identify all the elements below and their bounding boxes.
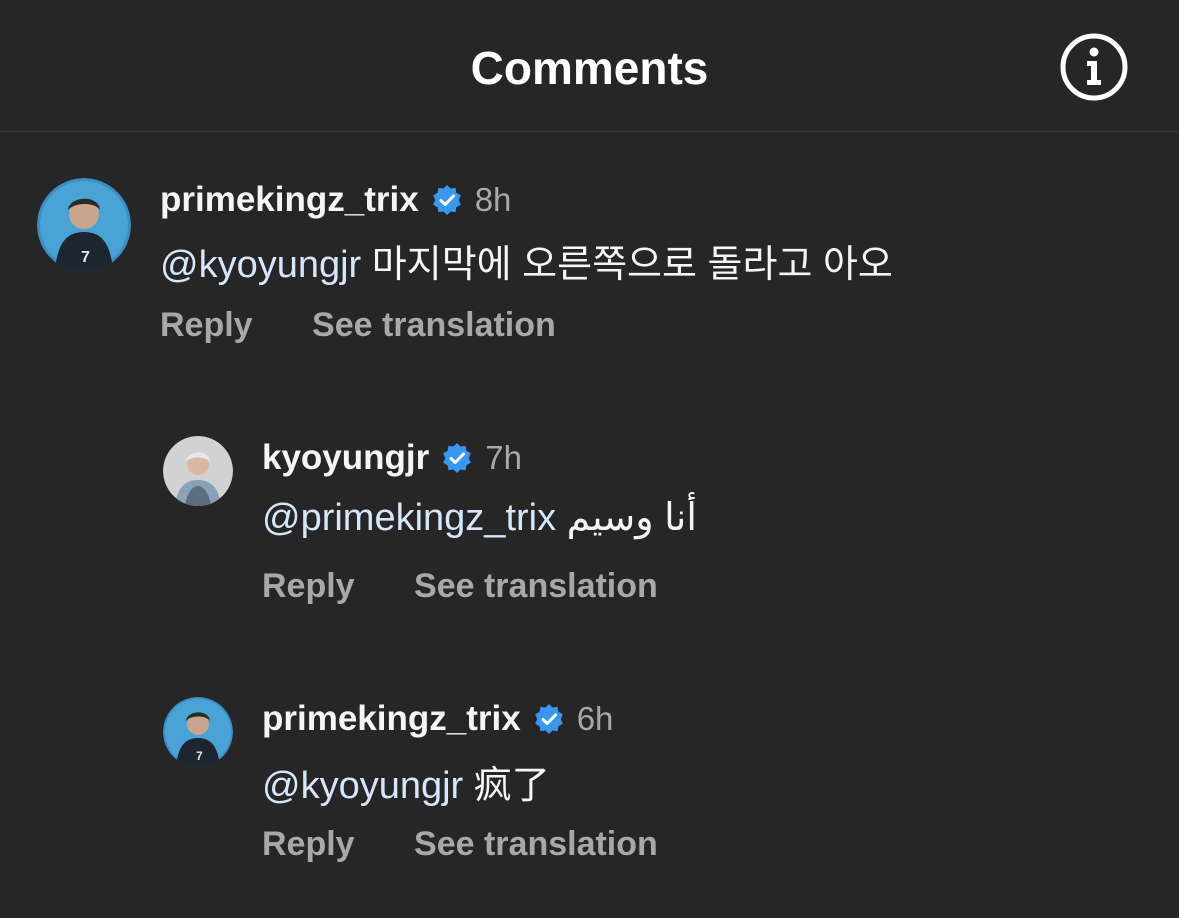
info-icon[interactable]	[1059, 32, 1129, 102]
reply-button[interactable]: Reply	[262, 567, 355, 605]
see-translation-button[interactable]: See translation	[414, 567, 658, 605]
mention-link[interactable]: @kyoyungjr	[160, 244, 361, 286]
comment-timestamp: 6h	[576, 700, 614, 737]
comment-body: 마지막에 오른쪽으로 돌라고 아오	[371, 244, 893, 286]
reply-button[interactable]: Reply	[160, 306, 253, 344]
verified-badge-icon	[533, 703, 565, 735]
avatar[interactable]	[163, 436, 233, 506]
verified-badge-icon	[431, 184, 463, 216]
comment-text: @primekingz_trix أنا وسيم	[262, 495, 697, 540]
comment-text: @kyoyungjr 疯了	[262, 754, 550, 809]
svg-text:7: 7	[81, 249, 90, 266]
verified-badge-icon	[441, 442, 473, 474]
comment-username[interactable]: primekingz_trix	[262, 699, 521, 739]
comment-text: @kyoyungjr 마지막에 오른쪽으로 돌라고 아오	[160, 233, 893, 288]
comment-body: 疯了	[473, 765, 550, 807]
header-bar: Comments	[0, 0, 1179, 132]
avatar[interactable]: 7	[163, 697, 233, 767]
comment-timestamp: 7h	[485, 439, 522, 476]
comment-body: أنا وسيم	[566, 497, 697, 539]
see-translation-button[interactable]: See translation	[312, 306, 556, 344]
page-title: Comments	[470, 42, 709, 94]
comment-username[interactable]: kyoyungjr	[262, 438, 429, 478]
comment-actions: Reply See translation	[262, 567, 658, 606]
comment-timestamp: 8h	[474, 181, 512, 218]
mention-link[interactable]: @primekingz_trix	[262, 497, 556, 539]
avatar[interactable]: 7	[37, 178, 131, 272]
svg-text:7: 7	[196, 749, 203, 763]
comment-actions: Reply See translation	[262, 825, 658, 864]
mention-link[interactable]: @kyoyungjr	[262, 765, 463, 807]
see-translation-button[interactable]: See translation	[414, 825, 658, 863]
comment-username[interactable]: primekingz_trix	[160, 180, 419, 220]
reply-button[interactable]: Reply	[262, 825, 355, 863]
comment-actions: Reply See translation	[160, 306, 556, 345]
